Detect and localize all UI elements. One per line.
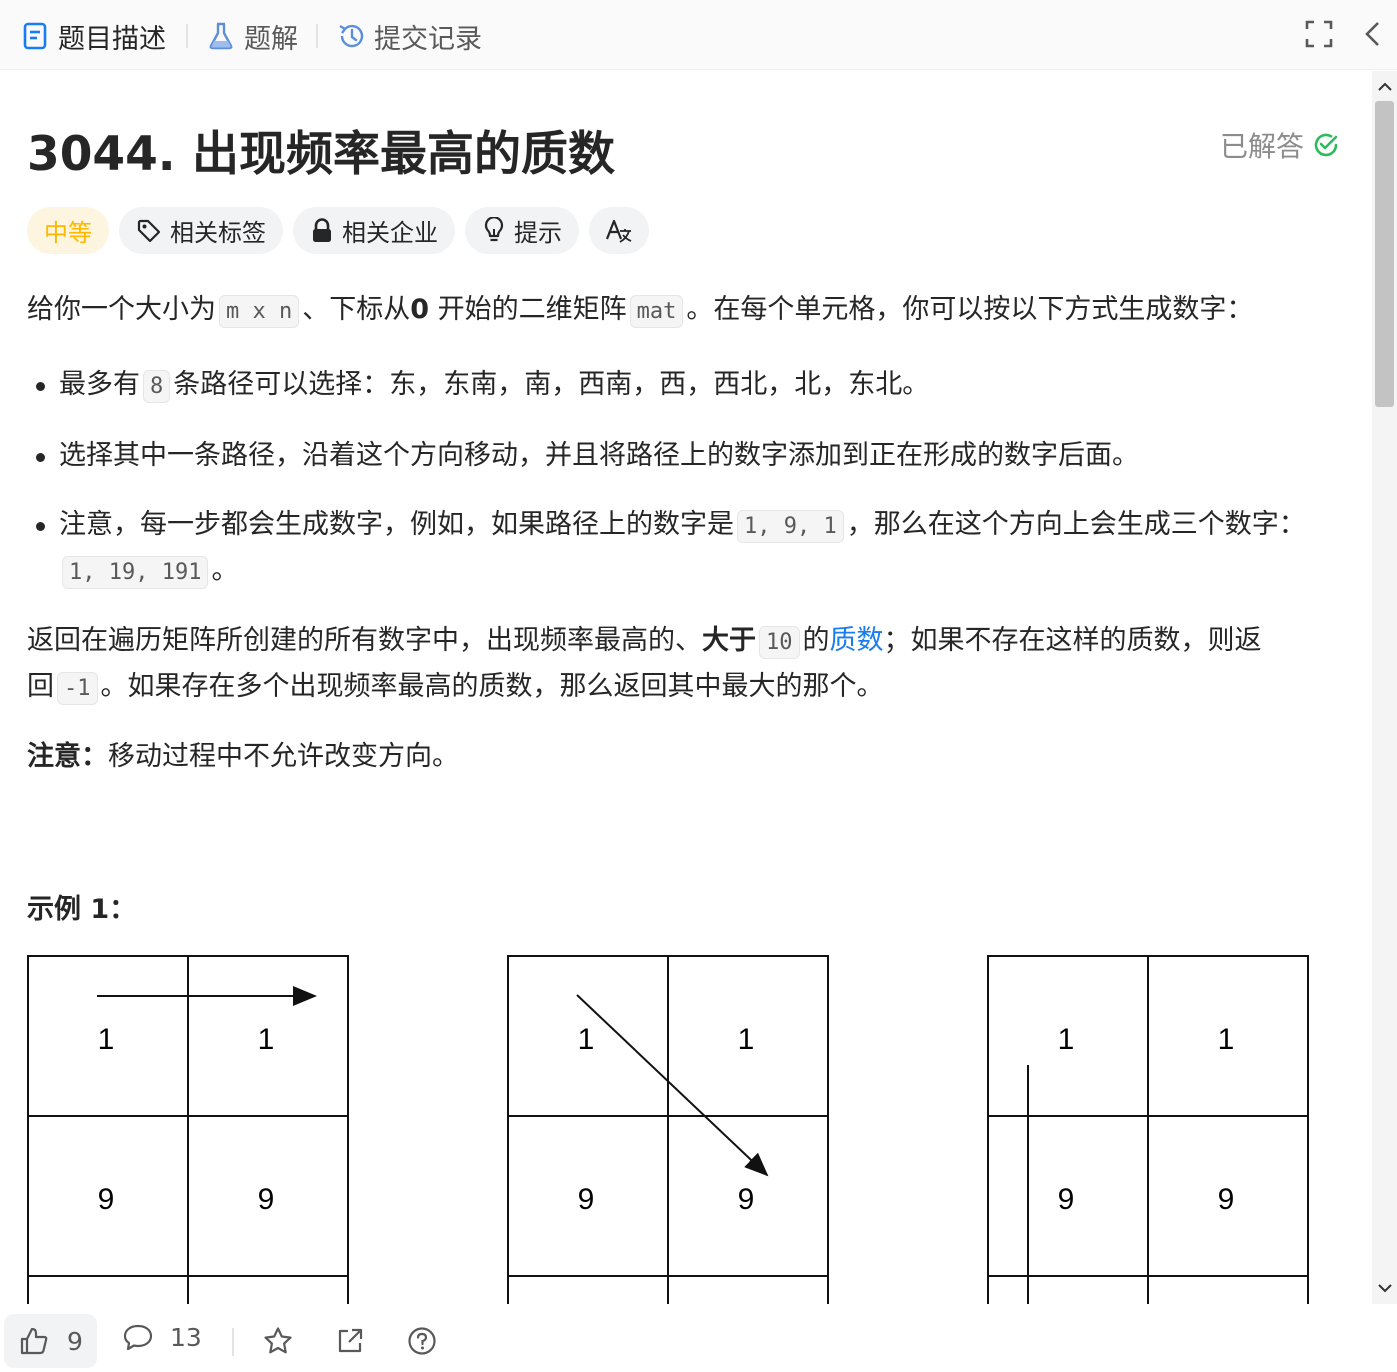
problem-description-panel: 3044. 出现频率最高的质数 已解答 中等 相关标签 相关企业 提示 给你一个… xyxy=(0,71,1372,1304)
tab-divider xyxy=(316,24,318,48)
grid-cell-value: 9 xyxy=(98,1183,115,1216)
scroll-thumb[interactable] xyxy=(1375,101,1394,407)
divider xyxy=(232,1328,234,1356)
flask-icon xyxy=(209,22,233,50)
grid-cell-value: 9 xyxy=(1218,1183,1235,1216)
bold-text: 0 xyxy=(410,294,430,325)
example-grid-east: 1 1 9 9 xyxy=(27,955,349,1304)
fullscreen-icon[interactable] xyxy=(1303,18,1335,50)
prime-link[interactable]: 质数 xyxy=(830,625,884,656)
translate-icon xyxy=(605,219,632,243)
inline-code: 10 xyxy=(759,626,800,659)
list-item: 最多有 8 条路径可以选择：东，东南，南，西南，西，西北，北，东北。 xyxy=(27,363,1327,409)
tab-submissions[interactable]: 提交记录 xyxy=(336,14,482,58)
grid-cell-value: 1 xyxy=(578,1023,595,1056)
text-segment: 返回在遍历矩阵所创建的所有数字中，出现频率最高的、 xyxy=(27,625,702,656)
example-grid-southeast: 1 1 9 9 xyxy=(507,955,829,1304)
scroll-up-arrow-icon[interactable] xyxy=(1377,79,1393,95)
text-segment: 的 xyxy=(802,625,830,656)
inline-code: -1 xyxy=(57,672,98,705)
like-button[interactable]: 9 xyxy=(4,1314,97,1368)
grid-cell-value: 1 xyxy=(738,1023,755,1056)
tab-submissions-label: 提交记录 xyxy=(374,23,482,55)
comment-count: 13 xyxy=(170,1322,202,1352)
tab-bar: 题目描述 题解 提交记录 xyxy=(0,0,1397,70)
text-segment: 。如果存在多个出现频率最高的质数，那么返回其中最大的那个。 xyxy=(100,671,884,702)
help-icon[interactable] xyxy=(407,1326,437,1356)
hint-button[interactable]: 提示 xyxy=(465,207,579,254)
lock-icon xyxy=(313,217,331,242)
grid-cell-value: 1 xyxy=(258,1023,275,1056)
lightbulb-icon xyxy=(484,216,504,241)
comments-button[interactable]: 13 xyxy=(122,1322,202,1352)
inline-code: 1, 9, 1 xyxy=(737,510,844,543)
list-item: 选择其中一条路径，沿着这个方向移动，并且将路径上的数字添加到正在形成的数字后面。 xyxy=(27,434,1327,478)
like-count: 9 xyxy=(67,1326,83,1356)
tab-description[interactable]: 题目描述 xyxy=(20,14,166,58)
text-segment: 开始的二维矩阵 xyxy=(437,294,627,325)
text-segment: 、下标从 xyxy=(302,294,411,325)
problem-title: 3044. 出现频率最高的质数 xyxy=(27,127,616,182)
share-icon[interactable] xyxy=(335,1326,365,1356)
related-companies-button[interactable]: 相关企业 xyxy=(293,207,455,254)
tag-icon xyxy=(137,219,161,242)
translate-button[interactable] xyxy=(589,207,649,254)
grid-cell-value: 9 xyxy=(258,1183,275,1216)
related-tags-button[interactable]: 相关标签 xyxy=(119,207,283,254)
grid-cell-value: 1 xyxy=(1218,1023,1235,1056)
star-icon[interactable] xyxy=(263,1326,293,1356)
grid-cell-value: 9 xyxy=(738,1183,755,1216)
bold-text: 注意： xyxy=(27,741,108,772)
tab-solutions[interactable]: 题解 xyxy=(206,14,298,58)
inline-code: m x n xyxy=(219,295,300,328)
text-segment: ，那么在这个方向上会生成三个数字： xyxy=(846,509,1306,540)
scroll-down-arrow-icon[interactable] xyxy=(1377,1280,1393,1296)
list-item: 注意，每一步都会生成数字，例如，如果路径上的数字是 1, 9, 1 ，那么在这个方向… xyxy=(27,503,1327,595)
text-segment: 条路径可以选择：东，东南，南，西南，西，西北，北，东北。 xyxy=(173,369,930,400)
inline-code: mat xyxy=(629,295,684,328)
history-icon xyxy=(339,24,364,48)
text-segment: 。 xyxy=(211,555,239,586)
description-paragraph-1: 给你一个大小为 m x n 、下标从0 开始的二维矩阵 mat 。在每个单元格，你可以按… xyxy=(27,288,1347,334)
comment-icon xyxy=(123,1324,153,1351)
bottom-action-bar: 9 13 xyxy=(0,1304,1397,1372)
example-grid-south: 1 1 9 9 xyxy=(987,955,1309,1304)
example-title: 示例 1： xyxy=(27,894,137,925)
grid-cell-value: 1 xyxy=(1058,1023,1075,1056)
collapse-chevron-icon[interactable] xyxy=(1358,18,1390,50)
difficulty-label: 中等 xyxy=(44,219,92,247)
text-segment: 移动过程中不允许改变方向。 xyxy=(108,741,459,772)
inline-code: 8 xyxy=(143,370,171,403)
text-segment: 。在每个单元格，你可以按以下方式生成数字： xyxy=(686,294,1254,325)
text-segment: 注意，每一步都会生成数字，例如，如果路径上的数字是 xyxy=(59,509,734,540)
tag-chips: 中等 相关标签 相关企业 提示 xyxy=(27,207,649,254)
difficulty-badge: 中等 xyxy=(27,207,109,254)
inline-code: 1, 19, 191 xyxy=(62,556,209,589)
rules-list: 最多有 8 条路径可以选择：东，东南，南，西南，西，西北，北，东北。 选择其中一条路… xyxy=(27,363,1327,620)
document-icon xyxy=(23,22,47,50)
solved-status: 已解答 xyxy=(1220,125,1340,165)
grid-cell-value: 1 xyxy=(98,1023,115,1056)
tab-divider xyxy=(186,24,188,48)
direction-arrow xyxy=(576,994,769,1177)
vertical-scrollbar[interactable] xyxy=(1372,71,1397,1304)
note-paragraph: 注意：移动过程中不允许改变方向。 xyxy=(27,735,1347,779)
grid-cell-value: 9 xyxy=(1058,1183,1075,1216)
bold-text: 大于 xyxy=(702,625,756,656)
grid-cell-value: 9 xyxy=(578,1183,595,1216)
text-segment: 最多有 xyxy=(59,369,140,400)
related-companies-label: 相关企业 xyxy=(342,219,438,247)
solved-label: 已解答 xyxy=(1219,130,1304,163)
tab-description-label: 题目描述 xyxy=(58,23,166,55)
tab-solutions-label: 题解 xyxy=(244,23,298,55)
text-segment: 给你一个大小为 xyxy=(27,294,216,325)
related-tags-label: 相关标签 xyxy=(170,219,266,247)
thumbs-up-icon xyxy=(20,1327,48,1355)
description-paragraph-2: 返回在遍历矩阵所创建的所有数字中，出现频率最高的、大于 10 的质数；如果不存在这样… xyxy=(27,619,1347,711)
check-circle-icon xyxy=(1314,133,1338,157)
hint-label: 提示 xyxy=(514,219,562,247)
